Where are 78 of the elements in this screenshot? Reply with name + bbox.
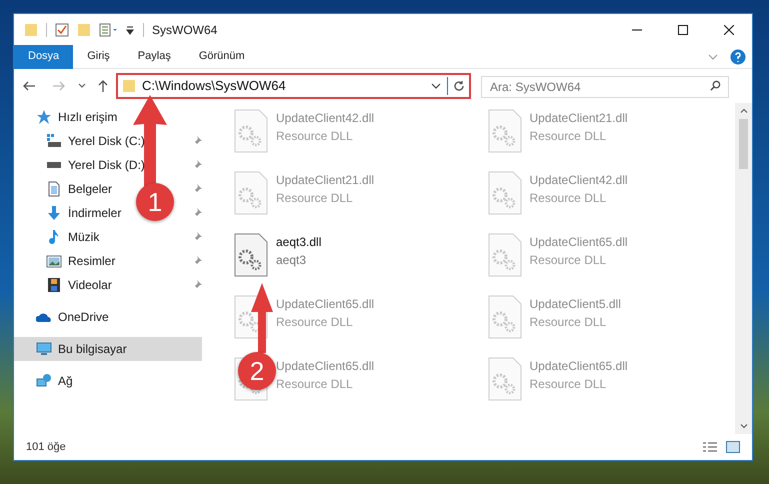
file-name: UpdateClient5.dll (530, 296, 621, 313)
gear-file-icon (488, 357, 522, 401)
ribbon-tab[interactable]: Giriş (73, 44, 124, 68)
sidebar-item[interactable]: Belgeler (46, 177, 112, 201)
file-name: UpdateClient65.dll (530, 358, 628, 375)
sidebar-item[interactable]: Hızlı erişim (14, 105, 202, 129)
address-path: C:\Windows\SysWOW64 (142, 77, 287, 96)
properties-icon[interactable] (99, 22, 119, 36)
sidebar-item[interactable]: Videolar (46, 273, 112, 297)
sidebar-item[interactable]: Yerel Disk (D:) (46, 153, 145, 177)
gear-file-icon (234, 171, 268, 215)
down-arrow-icon (46, 205, 62, 221)
file-type: Resource DLL (530, 128, 608, 145)
ribbon-tab[interactable]: Görünüm (184, 44, 259, 68)
help-icon[interactable] (730, 48, 746, 64)
gear-file-icon (488, 171, 522, 215)
refresh-icon[interactable] (453, 80, 465, 92)
search-icon[interactable] (710, 80, 721, 91)
drive-icon (46, 133, 62, 149)
close-icon[interactable] (724, 24, 734, 34)
scrollbar-thumb[interactable] (739, 119, 748, 169)
file-name: UpdateClient65.dll (276, 358, 374, 375)
gear-file-icon (488, 109, 522, 153)
chevron-down-icon[interactable] (78, 82, 86, 90)
film-icon (46, 277, 62, 293)
file-name: UpdateClient21.dll (276, 172, 374, 189)
folder-icon (122, 79, 136, 93)
star-icon (36, 109, 52, 125)
sidebar-item[interactable]: Müzik (46, 225, 100, 249)
drive-icon (47, 162, 61, 168)
scrollbar[interactable] (735, 103, 752, 434)
minimize-icon[interactable] (632, 28, 642, 30)
file-type: Resource DLL (530, 314, 608, 331)
item-count: 101 öğe (26, 440, 67, 455)
sidebar-item[interactable]: Bu bilgisayar (14, 337, 202, 361)
file-name: UpdateClient65.dll (530, 234, 628, 251)
file-type: Resource DLL (530, 190, 608, 207)
maximize-icon[interactable] (678, 24, 688, 34)
up-arrow-icon[interactable] (96, 79, 110, 93)
checkmark-icon[interactable] (55, 22, 69, 36)
computer-icon (36, 341, 52, 357)
address-field[interactable]: C:\Windows\SysWOW64 (116, 73, 471, 99)
details-view-icon[interactable] (702, 441, 718, 453)
sidebar-item[interactable]: İndirmeler (46, 201, 122, 225)
network-icon (36, 373, 52, 389)
window-title: SysWOW64 (152, 22, 218, 38)
dropdown-icon[interactable] (125, 24, 135, 34)
file-type: Resource DLL (276, 190, 354, 207)
sidebar-item[interactable]: Resimler (46, 249, 116, 273)
file-type: Resource DLL (530, 376, 608, 393)
file-type: Resource DLL (276, 376, 354, 393)
file-name: UpdateClient65.dll (276, 296, 374, 313)
arrow-annotation (251, 283, 273, 353)
gear-file-icon (488, 295, 522, 339)
gear-file-icon (234, 233, 268, 277)
file-type: aeqt3 (276, 252, 308, 269)
file-type: Resource DLL (530, 252, 608, 269)
large-icons-view-icon[interactable] (726, 441, 740, 453)
back-arrow-icon[interactable] (22, 79, 36, 93)
gear-file-icon (234, 109, 268, 153)
sidebar-item[interactable]: Yerel Disk (C:) (46, 129, 145, 153)
file-type: Resource DLL (276, 128, 354, 145)
sidebar-item[interactable]: Ağ (14, 369, 202, 393)
file-name: UpdateClient42.dll (530, 172, 628, 189)
gear-file-icon (488, 233, 522, 277)
search-field[interactable]: Ara: SysWOW64 (481, 76, 729, 98)
ribbon-tab[interactable]: Paylaş (124, 44, 185, 68)
ribbon-tab[interactable]: Dosya (14, 44, 74, 68)
chevron-down-icon[interactable] (740, 424, 748, 429)
chevron-up-icon[interactable] (740, 108, 748, 113)
picture-icon (46, 253, 62, 269)
sidebar-item[interactable]: OneDrive (14, 305, 202, 329)
file-type: Resource DLL (276, 314, 354, 331)
file-name: UpdateClient21.dll (530, 110, 628, 127)
document-icon (46, 181, 62, 197)
file-name: UpdateClient42.dll (276, 110, 374, 127)
file-name: aeqt3.dll (276, 234, 322, 251)
chevron-down-icon[interactable] (431, 81, 441, 91)
